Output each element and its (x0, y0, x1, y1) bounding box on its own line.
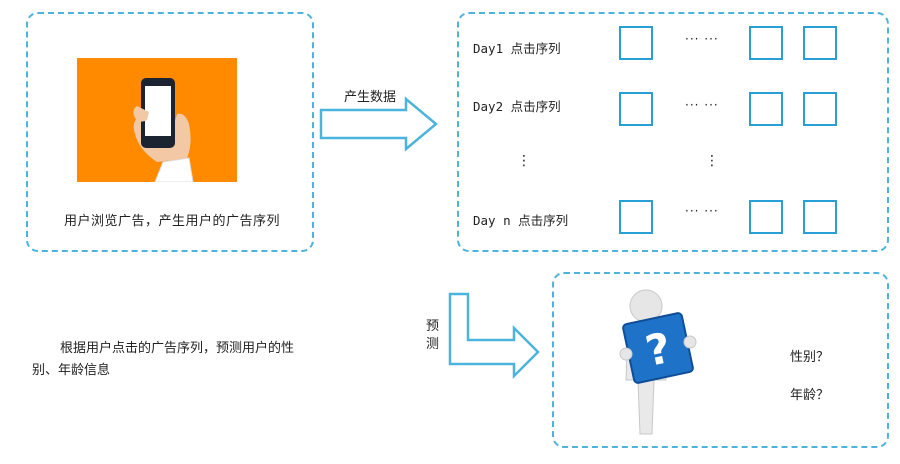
user-browsing-panel: 用户浏览广告，产生用户的广告序列 (26, 12, 314, 252)
sequence-cell (749, 26, 783, 60)
prediction-panel: ? 性别？ 年龄？ (552, 272, 889, 448)
horizontal-ellipsis: ··· ··· (685, 204, 719, 218)
prediction-description: 根据用户点击的广告序列，预测用户的性别、年龄信息 (32, 341, 295, 378)
click-sequence-panel: Day1 点击序列 ··· ··· Day2 点击序列 ··· ··· ⋮ ⋮ … (457, 12, 889, 252)
predict-label: 预测 (426, 319, 440, 352)
vertical-ellipsis: ⋮ (705, 153, 719, 169)
sequence-cell (619, 200, 653, 234)
gender-question: 性别？ (790, 350, 830, 365)
horizontal-ellipsis: ··· ··· (685, 32, 719, 46)
sequence-cell (619, 26, 653, 60)
sequence-cell (803, 92, 837, 126)
phone-hand-icon (133, 78, 194, 183)
right-arrow-icon (319, 96, 438, 152)
age-question: 年龄？ (790, 388, 830, 403)
day-row-label: Day2 点击序列 (473, 99, 561, 114)
sequence-cell (803, 26, 837, 60)
vertical-ellipsis: ⋮ (517, 153, 531, 169)
sequence-cell (619, 92, 653, 126)
sequence-cell (749, 92, 783, 126)
bent-arrow-icon (448, 292, 540, 380)
day-row-label: Day1 点击序列 (473, 41, 561, 56)
person-question-icon: ? (619, 289, 697, 435)
phone-in-hand-image (77, 58, 237, 183)
horizontal-ellipsis: ··· ··· (685, 98, 719, 112)
sequence-cell (749, 200, 783, 234)
day-row-label: Day n 点击序列 (473, 213, 569, 228)
sequence-cell (803, 200, 837, 234)
user-panel-caption: 用户浏览广告，产生用户的广告序列 (63, 214, 280, 229)
